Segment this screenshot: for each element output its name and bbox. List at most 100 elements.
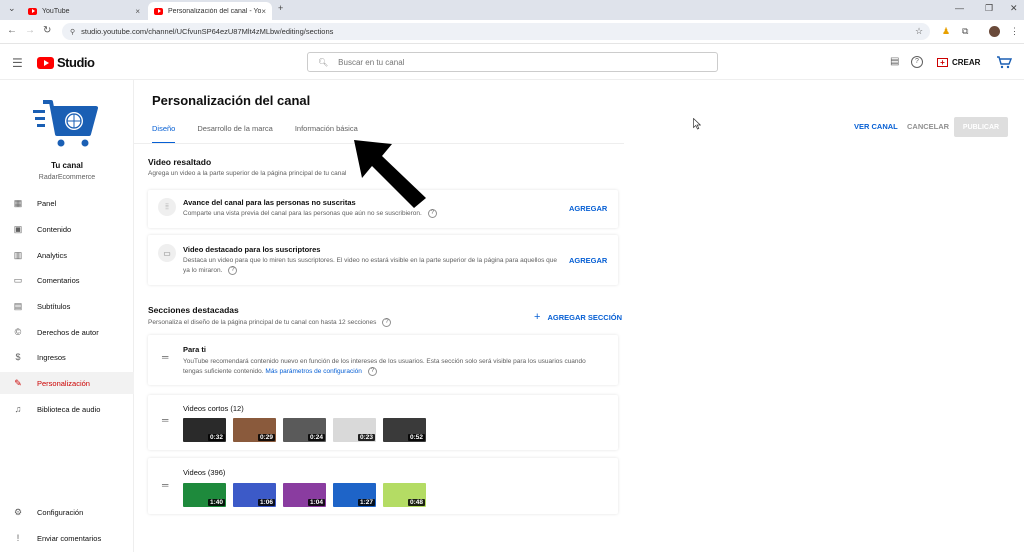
browser-menu-icon[interactable]: ⋮ (1010, 26, 1019, 37)
add-section-label: AGREGAR SECCIÓN (547, 312, 623, 322)
more-settings-link[interactable]: Más parámetros de configuración (265, 368, 361, 375)
video-duration: 1:06 (257, 499, 275, 506)
featured-video-card-text: Destaca un video para que lo miren tus s… (183, 256, 558, 276)
sidebar-item-feedback[interactable]: ! Enviar comentarios (0, 527, 134, 549)
tab-search-icon[interactable]: ⌄ (8, 3, 16, 14)
tab-basic-info[interactable]: Información básica (295, 118, 358, 144)
tab-branding[interactable]: Desarrollo de la marca (197, 118, 272, 144)
video-thumbnail[interactable]: 0:48 (383, 483, 426, 507)
extensions-puzzle-icon[interactable]: ⧉ (962, 26, 968, 37)
reload-icon[interactable]: ↻ (43, 25, 51, 36)
tab-layout[interactable]: Diseño (152, 118, 176, 144)
cancel-button[interactable]: CANCELAR (907, 122, 949, 131)
sidebar-item-label: Subtítulos (37, 301, 71, 311)
help-icon[interactable]: ? (367, 367, 377, 376)
sidebar-item-label: Configuración (37, 507, 84, 517)
shorts-thumbnails: 0:32 0:29 0:24 0:23 0:52 (183, 418, 433, 442)
drag-handle-icon[interactable]: ═ (162, 480, 168, 490)
browser-tab-studio[interactable]: Personalización del canal - You × (148, 2, 272, 20)
sidebar-item-content[interactable]: ▣ Contenido (0, 218, 134, 240)
sidebar-item-settings[interactable]: ⚙ Configuración (0, 501, 134, 523)
extension-icon[interactable]: ♟ (942, 26, 950, 37)
add-featured-video-button[interactable]: AGREGAR (569, 256, 607, 265)
copyright-icon: © (14, 327, 22, 337)
sidebar-item-analytics[interactable]: ▥ Analytics (0, 244, 134, 266)
youtube-logo-icon (37, 56, 54, 69)
featured-video-card-title: Video destacado para los suscriptores (183, 245, 321, 254)
video-duration: 0:48 (407, 499, 425, 506)
video-thumbnail[interactable]: 1:27 (333, 483, 376, 507)
view-channel-button[interactable]: VER CANAL (854, 122, 898, 131)
sidebar-item-label: Enviar comentarios (37, 533, 102, 543)
new-tab-button[interactable]: + (278, 3, 283, 13)
settings-icon: ⚙ (13, 506, 23, 517)
drag-handle-icon[interactable]: ═ (162, 352, 168, 362)
feedback-icon: ! (16, 533, 20, 543)
drag-handle-icon[interactable]: ═ (162, 415, 168, 425)
customization-tabs: Diseño Desarrollo de la marca Informació… (152, 118, 380, 144)
short-thumbnail[interactable]: 0:29 (233, 418, 276, 442)
sidebar-item-label: Contenido (37, 224, 72, 234)
video-duration: 1:27 (357, 499, 375, 506)
sidebar-item-comments[interactable]: ▭ Comentarios (0, 269, 134, 291)
channel-logo[interactable] (33, 98, 99, 148)
tab-close-icon[interactable]: × (261, 7, 266, 16)
hamburger-menu-icon[interactable]: ☰ (12, 56, 23, 70)
video-thumbnail[interactable]: 1:04 (283, 483, 326, 507)
analytics-icon: ▥ (13, 249, 23, 260)
messages-icon[interactable]: ▤ (890, 56, 899, 67)
url-bar[interactable]: ⚲ studio.youtube.com/channel/UCfvunSP64e… (62, 23, 930, 40)
search-icon: 🔍︎ (318, 57, 329, 67)
add-trailer-button[interactable]: AGREGAR (569, 204, 607, 213)
action-bar: VER CANAL CANCELAR PUBLICAR (700, 114, 1008, 142)
back-arrow-icon[interactable]: ← (7, 25, 17, 36)
plus-icon: + (534, 311, 541, 323)
publish-button[interactable]: PUBLICAR (954, 117, 1008, 137)
short-thumbnail[interactable]: 0:24 (283, 418, 326, 442)
site-info-icon[interactable]: ⚲ (70, 28, 75, 36)
featured-video-description: Agrega un video a la parte superior de l… (148, 170, 347, 177)
minimize-button[interactable]: — (955, 3, 964, 13)
search-input[interactable] (338, 57, 717, 67)
short-thumbnail[interactable]: 0:23 (333, 418, 376, 442)
search-box[interactable]: 🔍︎ (307, 52, 718, 72)
help-icon[interactable]: ? (382, 318, 392, 327)
annotation-arrow (354, 140, 426, 208)
sidebar-item-audio-library[interactable]: ♫ Biblioteca de audio (0, 398, 134, 420)
browser-profile-avatar[interactable] (989, 26, 1000, 37)
account-avatar[interactable] (996, 55, 1012, 69)
short-thumbnail[interactable]: 0:52 (383, 418, 426, 442)
restore-button[interactable]: ❐ (985, 3, 993, 14)
trailer-icon: ⦙⦙ (158, 198, 176, 216)
help-icon[interactable]: ? (228, 266, 238, 275)
bookmark-star-icon[interactable]: ☆ (915, 26, 923, 37)
sidebar-item-customization[interactable]: ✎ Personalización (0, 372, 134, 394)
audio-library-icon: ♫ (14, 404, 22, 414)
featured-video-title: Video resaltado (148, 157, 212, 167)
window-close-button[interactable]: ✕ (1010, 3, 1018, 14)
browser-tab-youtube[interactable]: YouTube × (22, 2, 146, 20)
channel-handle: RadarEcommerce (38, 174, 96, 181)
comments-icon: ▭ (13, 274, 23, 285)
section-shorts[interactable]: ═ Videos cortos (12) 0:32 0:29 0:24 0:23… (148, 395, 618, 450)
sidebar-item-copyright[interactable]: © Derechos de autor (0, 321, 134, 343)
video-thumbnail[interactable]: 1:40 (183, 483, 226, 507)
sidebar-item-label: Personalización (37, 378, 90, 388)
video-thumbnail[interactable]: 1:06 (233, 483, 276, 507)
for-you-text: YouTube recomendará contenido nuevo en f… (183, 357, 603, 377)
sidebar-item-panel[interactable]: ▦ Panel (0, 192, 134, 214)
studio-logo[interactable]: Studio (37, 55, 95, 70)
sidebar-item-earn[interactable]: $ Ingresos (0, 346, 134, 368)
tab-close-icon[interactable]: × (135, 7, 140, 16)
section-for-you[interactable]: ═ Para ti YouTube recomendará contenido … (148, 335, 618, 385)
address-bar-row: ← → ↻ ⚲ studio.youtube.com/channel/UCfvu… (0, 20, 1024, 44)
sidebar-item-label: Derechos de autor (37, 327, 99, 337)
help-icon[interactable]: ? (911, 56, 923, 68)
section-videos[interactable]: ═ Videos (396) 1:40 1:06 1:04 1:27 0:48 (148, 458, 618, 514)
sidebar-item-subtitles[interactable]: ▤ Subtítulos (0, 295, 134, 317)
studio-header: ☰ Studio 🔍︎ ▤ ? + CREAR (0, 44, 1024, 80)
create-button[interactable]: + CREAR (937, 53, 980, 71)
forward-arrow-icon[interactable]: → (25, 25, 35, 36)
add-section-button[interactable]: + AGREGAR SECCIÓN (534, 311, 622, 323)
short-thumbnail[interactable]: 0:32 (183, 418, 226, 442)
